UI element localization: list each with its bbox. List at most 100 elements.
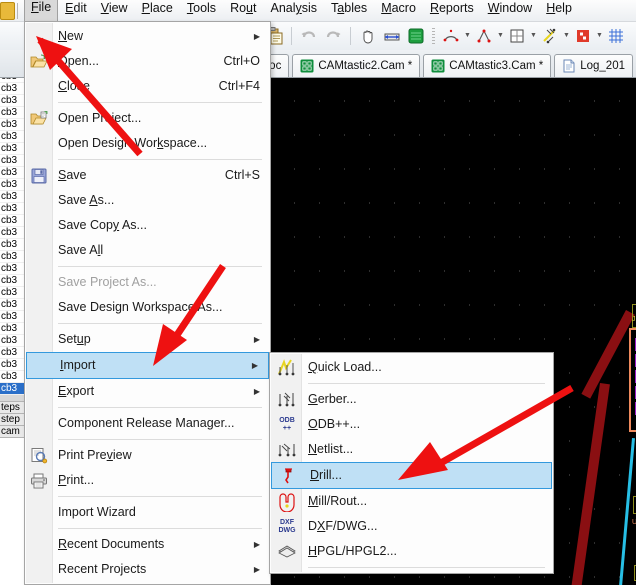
board-icon[interactable] (405, 25, 427, 47)
doc-tab-camtastic3[interactable]: CAMtastic3.Cam * (423, 54, 551, 77)
redo-icon[interactable] (322, 25, 344, 47)
chevron-down-icon[interactable]: ▼ (496, 25, 505, 47)
import-submenu-separator (308, 383, 545, 384)
menubar-item-window[interactable]: Window (481, 0, 539, 21)
menu-item-label: Gerber... (308, 387, 543, 412)
import-submenu-item-hpgl-hpgl2[interactable]: HPGL/HPGL2... (270, 539, 553, 564)
chevron-down-icon[interactable]: ▼ (595, 25, 604, 47)
menubar-item-tools[interactable]: Tools (180, 0, 223, 21)
file-menu-separator (58, 496, 262, 497)
file-menu-item-save[interactable]: SaveCtrl+S (25, 163, 270, 188)
file-menu-separator (58, 266, 262, 267)
menu-item-label: Open Design Workspace... (58, 131, 260, 156)
import-submenu-item-mill-rout[interactable]: Mill/Rout... (270, 489, 553, 514)
menubar-item-tables[interactable]: Tables (324, 0, 374, 21)
toolbar-dotted-separator (432, 28, 435, 44)
file-menu-item-export[interactable]: Export▶ (25, 379, 270, 404)
file-menu-item-component-release-manager[interactable]: Component Release Manager... (25, 411, 270, 436)
file-menu-item-recent-documents[interactable]: Recent Documents▶ (25, 532, 270, 557)
menu-item-label: Drill... (310, 464, 541, 487)
menu-item-label: Open Project... (58, 106, 260, 131)
file-menu-item-recent-projects[interactable]: Recent Projects▶ (25, 557, 270, 582)
undo-icon[interactable] (298, 25, 320, 47)
menu-item-label: Recent Projects (58, 557, 244, 582)
submenu-arrow-icon: ▶ (242, 354, 258, 377)
menubar-item-reports[interactable]: Reports (423, 0, 481, 21)
file-menu-item-import[interactable]: Import▶ (26, 352, 269, 379)
import-submenu-item-gerber[interactable]: Gerber... (270, 387, 553, 412)
import-submenu-item-quick-load[interactable]: Quick Load... (270, 355, 553, 380)
toolbar-separator (291, 27, 292, 45)
area-icon[interactable] (506, 25, 528, 47)
menu-item-shortcut: Ctrl+F4 (205, 74, 260, 99)
menu-item-label: Save Project As... (58, 270, 260, 295)
menubar-item-edit[interactable]: Edit (58, 0, 94, 21)
arc-icon[interactable] (440, 25, 462, 47)
file-menu-item-setup[interactable]: Setup▶ (25, 327, 270, 352)
file-menu-item-open-design-workspace[interactable]: Open Design Workspace... (25, 131, 270, 156)
menu-bar[interactable]: FileEditViewPlaceToolsRoutAnalysisTables… (0, 0, 636, 22)
file-menu-item-print[interactable]: Print... (25, 468, 270, 493)
file-menu-item-save-copy-as[interactable]: Save Copy As... (25, 213, 270, 238)
menubar-item-place[interactable]: Place (135, 0, 180, 21)
chevron-down-icon[interactable]: ▼ (463, 25, 472, 47)
file-menu-item-print-preview[interactable]: Print Preview (25, 443, 270, 468)
menu-item-label: ODB++... (308, 412, 543, 437)
menu-item-label: Component Release Manager... (58, 411, 260, 436)
file-menu-item-open-project[interactable]: Open Project... (25, 106, 270, 131)
doc-tab-label: CAMtastic3.Cam * (449, 60, 543, 72)
file-menu-separator (58, 102, 262, 103)
menu-item-label: Setup (58, 327, 244, 352)
import-submenu-item-odb[interactable]: ODB++ODB++... (270, 412, 553, 437)
file-menu-item-save-design-workspace-as[interactable]: Save Design Workspace As... (25, 295, 270, 320)
menu-item-label: Save All (58, 238, 260, 263)
menubar-item-help[interactable]: Help (539, 0, 579, 21)
chevron-down-icon[interactable]: ▼ (562, 25, 571, 47)
file-menu-item-save-all[interactable]: Save All (25, 238, 270, 263)
submenu-arrow-icon: ▶ (244, 327, 260, 352)
menu-item-label: Import (60, 354, 242, 377)
printer-icon (30, 472, 48, 490)
submenu-arrow-icon: ▶ (244, 24, 260, 49)
grid-icon[interactable] (605, 25, 627, 47)
gerber-icon (276, 390, 298, 410)
menu-item-label: Print... (58, 468, 260, 493)
route-icon[interactable] (539, 25, 561, 47)
file-menu-item-close[interactable]: CloseCtrl+F4 (25, 74, 270, 99)
chevron-down-icon[interactable]: ▼ (529, 25, 538, 47)
file-menu-separator (58, 407, 262, 408)
doc-tab-log[interactable]: Log_201 (554, 54, 633, 77)
menu-item-label: Quick Load... (308, 355, 543, 380)
doc-tab-camtastic2[interactable]: CAMtastic2.Cam * (292, 54, 420, 77)
menubar-item-file[interactable]: File (24, 0, 58, 21)
menubar-item-analysis[interactable]: Analysis (263, 0, 324, 21)
menubar-item-rout[interactable]: Rout (223, 0, 263, 21)
menu-item-label: Save Copy As... (58, 213, 260, 238)
menu-item-label: Print Preview (58, 443, 260, 468)
pcb-label-u6: U6 (632, 519, 636, 526)
doc-tab-label: CAMtastic2.Cam * (318, 60, 412, 72)
menu-item-label: Export (58, 379, 244, 404)
import-submenu-item-netlist[interactable]: Netlist... (270, 437, 553, 462)
menubar-item-macro[interactable]: Macro (374, 0, 423, 21)
submenu-arrow-icon: ▶ (244, 557, 260, 582)
quick-load-icon (276, 358, 298, 378)
file-menu-dropdown[interactable]: New▶Open...Ctrl+OCloseCtrl+F4 Open Projec… (24, 21, 271, 585)
import-submenu-dropdown[interactable]: Quick Load... Gerber...ODB++ODB++...Netli… (269, 352, 554, 574)
file-menu-item-new[interactable]: New▶ (25, 24, 270, 49)
file-menu-separator (58, 528, 262, 529)
toolbar-separator (350, 27, 351, 45)
mill-rout-icon (276, 492, 298, 512)
menu-item-shortcut: Ctrl+S (211, 163, 260, 188)
pad-icon[interactable] (572, 25, 594, 47)
measure-icon[interactable] (381, 25, 403, 47)
file-menu-item-open[interactable]: Open...Ctrl+O (25, 49, 270, 74)
import-submenu-item-dxf-dwg[interactable]: DXFDWGDXF/DWG... (270, 514, 553, 539)
pan-hand-icon[interactable] (357, 25, 379, 47)
menu-item-shortcut: Ctrl+O (210, 49, 260, 74)
menubar-item-view[interactable]: View (94, 0, 135, 21)
file-menu-item-save-as[interactable]: Save As... (25, 188, 270, 213)
file-menu-item-import-wizard[interactable]: Import Wizard (25, 500, 270, 525)
import-submenu-item-drill[interactable]: Drill... (271, 462, 552, 489)
netlist-icon[interactable] (473, 25, 495, 47)
